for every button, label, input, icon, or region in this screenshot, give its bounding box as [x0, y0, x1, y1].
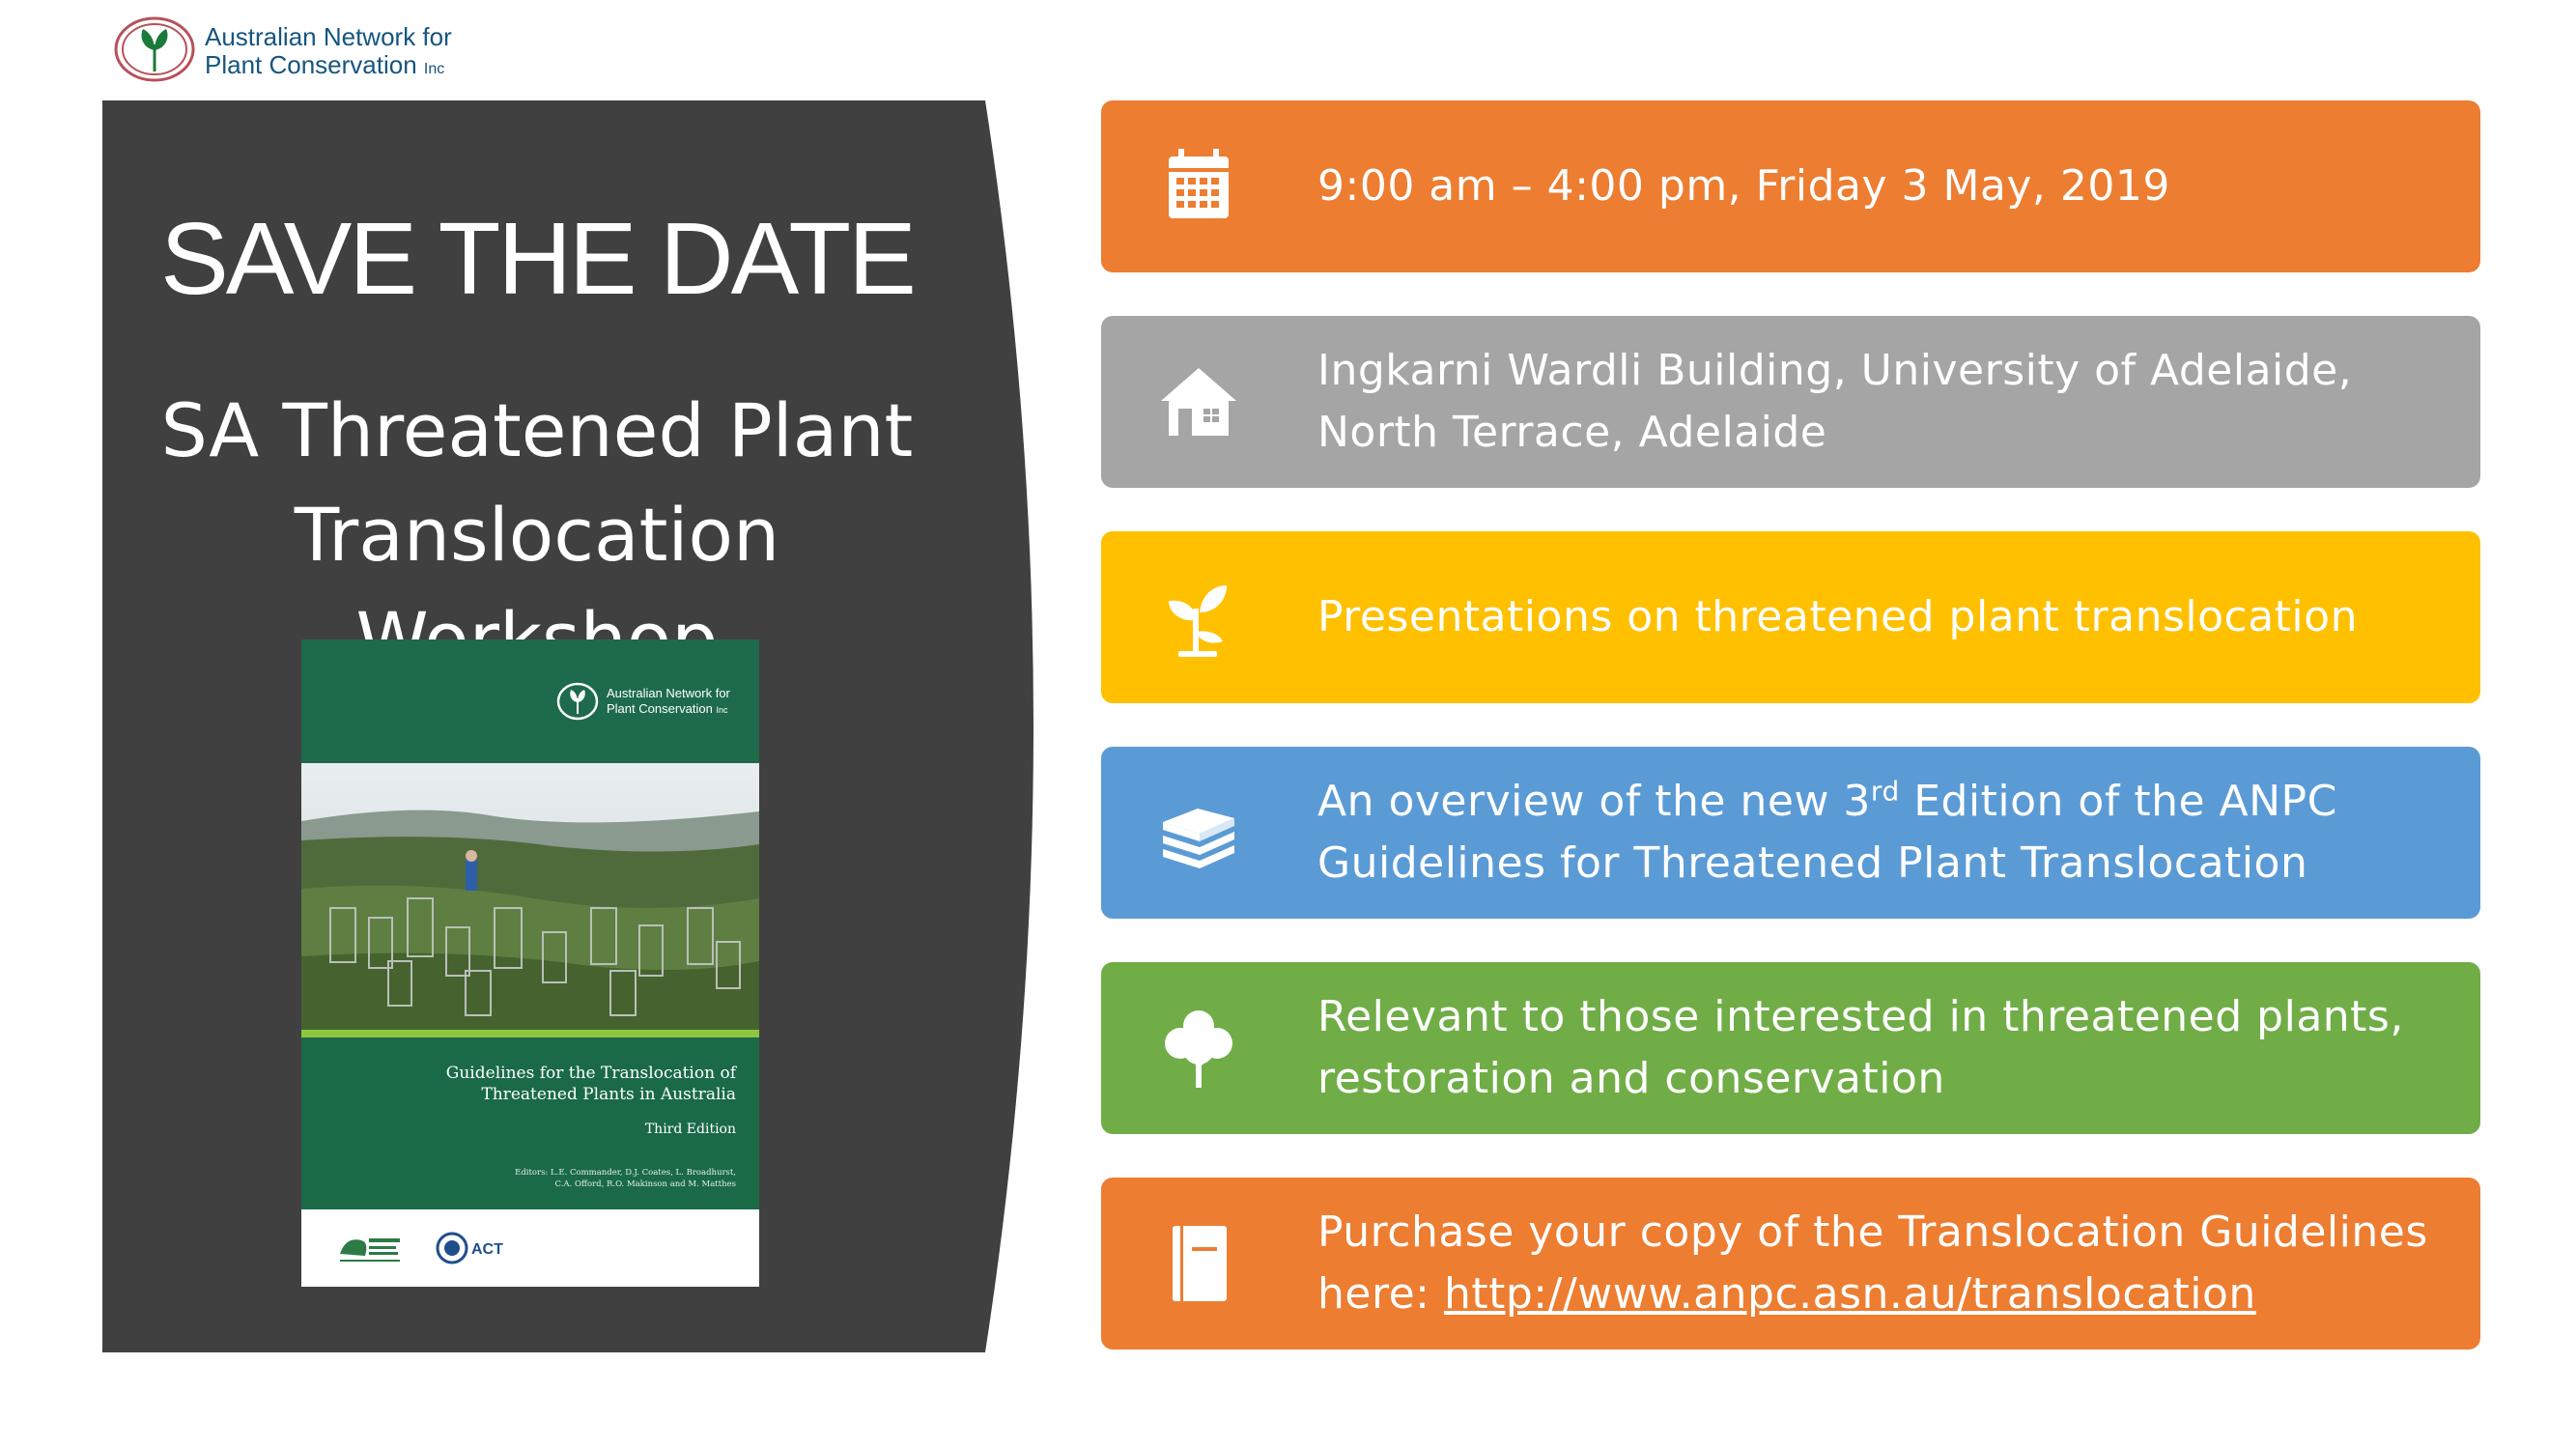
cover-editors-line2: C.A. Offord, R.O. Makinson and M. Matthe…	[554, 1179, 737, 1189]
cover-editors: Editors: L.E. Commander, D.J. Coates, L.…	[456, 1167, 736, 1190]
presentations-text: Presentations on threatened plant transl…	[1317, 531, 2451, 703]
calendar-icon	[1169, 149, 1229, 218]
home-icon	[1161, 368, 1236, 436]
cover-photo	[301, 763, 759, 1030]
purchase-text-value: Purchase your copy of the Translocation …	[1317, 1202, 2451, 1325]
book-cover: Australian Network for Plant Conservatio…	[301, 639, 759, 1287]
info-box-overview: An overview of the new 3rd Edition of th…	[1101, 747, 2480, 919]
cover-logo-line1: Australian Network for	[607, 686, 730, 700]
overview-text: An overview of the new 3rd Edition of th…	[1317, 747, 2451, 919]
audience-text-value: Relevant to those interested in threaten…	[1317, 992, 2404, 1103]
audience-text: Relevant to those interested in threaten…	[1317, 962, 2451, 1134]
cover-logo-line2: Plant Conservation	[607, 701, 713, 716]
books-icon	[1163, 809, 1234, 868]
venue-text: Ingkarni Wardli Building, University of …	[1317, 316, 2451, 488]
cover-logo: Australian Network for Plant Conservatio…	[556, 682, 750, 721]
cover-logo-suffix: Inc	[716, 705, 728, 715]
cover-leaf-icon	[556, 682, 599, 721]
act-logo-text: ACT	[471, 1241, 503, 1258]
info-box-purchase: Purchase your copy of the Translocation …	[1101, 1178, 2480, 1350]
tree-icon	[1165, 1010, 1232, 1088]
act-logo-icon: ACT	[436, 1232, 503, 1264]
date-text: 9:00 am – 4:00 pm, Friday 3 May, 2019	[1317, 100, 2451, 272]
seedling-icon	[1169, 585, 1227, 657]
overview-text-before: An overview of the new 3	[1317, 777, 1871, 826]
purchase-link[interactable]: http://www.anpc.asn.au/translocation	[1444, 1269, 2256, 1319]
date-text-value: 9:00 am – 4:00 pm, Friday 3 May, 2019	[1317, 161, 2170, 211]
notebook-icon	[1173, 1226, 1227, 1301]
info-box-venue: Ingkarni Wardli Building, University of …	[1101, 316, 2480, 488]
info-box-presentations: Presentations on threatened plant transl…	[1101, 531, 2480, 703]
left-panel: SAVE THE DATE SA Threatened Plant Transl…	[0, 0, 1062, 1449]
cover-title: Guidelines for the Translocation of Thre…	[340, 1063, 736, 1105]
overview-text-sup: rd	[1870, 775, 1900, 808]
cover-footer: ACT	[301, 1209, 759, 1287]
cover-title-line2: Threatened Plants in Australia	[481, 1085, 736, 1104]
info-box-audience: Relevant to those interested in threaten…	[1101, 962, 2480, 1134]
cover-logo-text: Australian Network for Plant Conservatio…	[607, 686, 730, 718]
cover-edition: Third Edition	[644, 1122, 736, 1137]
info-box-date: 9:00 am – 4:00 pm, Friday 3 May, 2019	[1101, 100, 2480, 272]
purchase-text: Purchase your copy of the Translocation …	[1317, 1178, 2451, 1350]
cover-editors-line1: Editors: L.E. Commander, D.J. Coates, L.…	[515, 1168, 736, 1178]
cover-title-line1: Guidelines for the Translocation of	[445, 1064, 736, 1083]
overview-text-value: An overview of the new 3rd Edition of th…	[1317, 771, 2451, 895]
venue-text-value: Ingkarni Wardli Building, University of …	[1317, 346, 2353, 457]
presentations-text-value: Presentations on threatened plant transl…	[1317, 592, 2358, 641]
cover-divider	[301, 1030, 759, 1037]
save-the-date-heading: SAVE THE DATE	[160, 202, 917, 316]
government-logo-icon	[340, 1238, 400, 1262]
